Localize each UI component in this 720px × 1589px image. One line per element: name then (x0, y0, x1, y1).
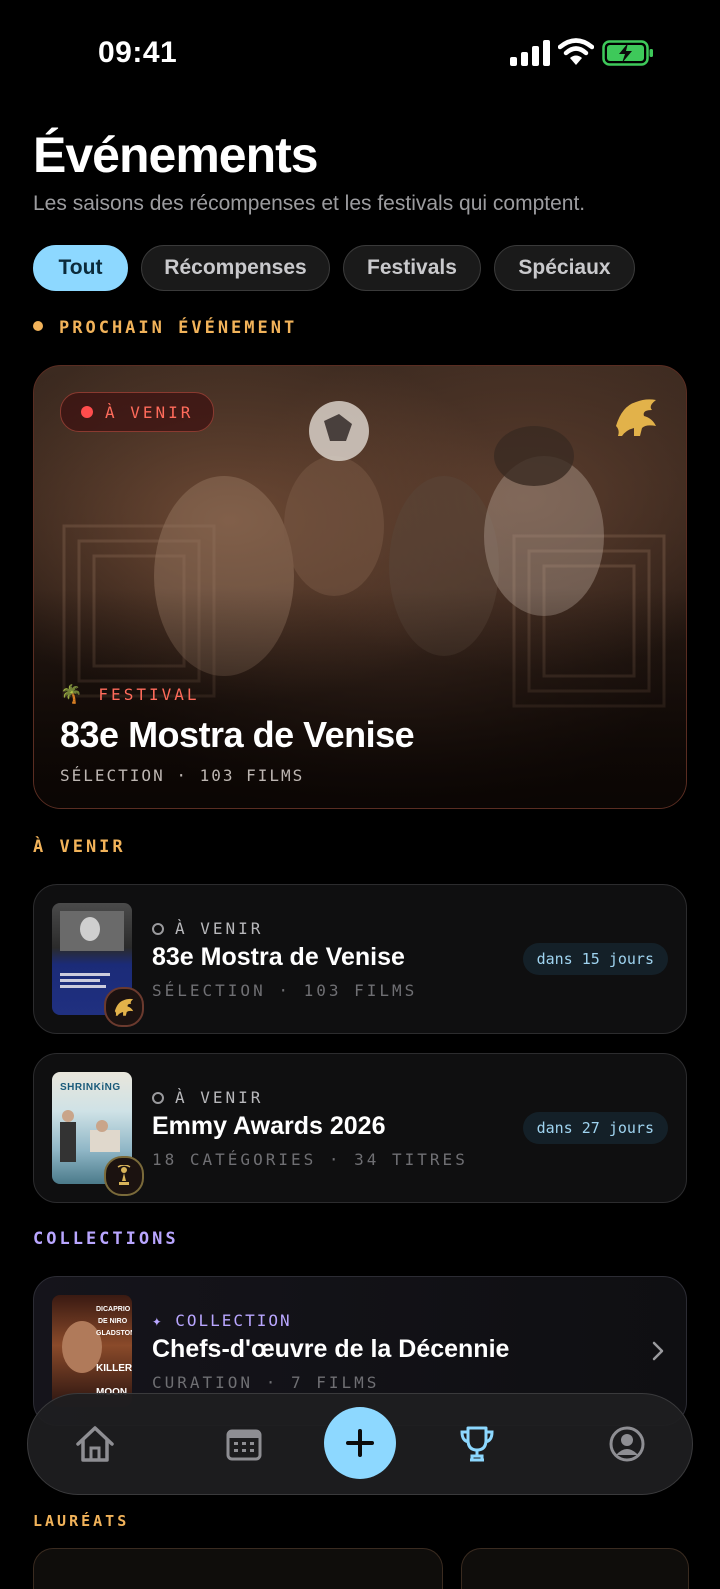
event-meta: SÉLECTION · 103 FILMS (152, 981, 418, 1000)
svg-text:DE NIRO: DE NIRO (98, 1318, 128, 1325)
nav-home[interactable] (67, 1416, 123, 1472)
trophy-icon (460, 1426, 494, 1462)
filter-chip-tout[interactable]: Tout (33, 245, 128, 291)
svg-text:GLADSTONE: GLADSTONE (96, 1330, 132, 1337)
collection-poster: DICAPRIO DE NIRO GLADSTONE KILLERS MOON (52, 1295, 132, 1407)
filter-chip-recompenses[interactable]: Récompenses (141, 245, 330, 291)
filter-chip-festivals[interactable]: Festivals (343, 245, 481, 291)
plus-icon (346, 1429, 374, 1457)
battery-charging-icon (602, 40, 653, 66)
emmy-badge-icon (104, 1156, 144, 1196)
calendar-icon (226, 1429, 262, 1461)
bottom-tab-bar (27, 1393, 693, 1495)
event-status: À VENIR (152, 1088, 263, 1107)
event-type: 🌴 FESTIVAL (60, 684, 199, 705)
page-title: Événements (33, 127, 319, 183)
laureat-card[interactable] (33, 1548, 443, 1589)
venice-lion-badge-icon (104, 987, 144, 1027)
event-title: 83e Mostra de Venise (152, 943, 405, 971)
nav-awards[interactable] (449, 1416, 505, 1472)
upcoming-badge-label: À VENIR (105, 402, 194, 422)
section-upcoming: À VENIR (33, 837, 126, 857)
event-meta: 18 CATÉGORIES · 34 TITRES (152, 1150, 468, 1169)
event-title: Emmy Awards 2026 (152, 1112, 386, 1140)
event-status: À VENIR (152, 919, 263, 938)
collection-type: ✦ COLLECTION (152, 1311, 292, 1330)
section-dot (33, 321, 43, 331)
home-icon (76, 1426, 114, 1462)
svg-text:DICAPRIO: DICAPRIO (96, 1306, 131, 1313)
wifi-icon (558, 38, 594, 65)
section-next-event: PROCHAIN ÉVÉNEMENT (33, 318, 297, 338)
section-laureats: LAURÉATS (33, 1512, 130, 1530)
featured-event-title: 83e Mostra de Venise (60, 714, 415, 755)
clock: 09:41 (98, 36, 178, 69)
collection-title: Chefs-d'œuvre de la Décennie (152, 1335, 510, 1363)
filter-chip-speciaux[interactable]: Spéciaux (494, 245, 635, 291)
section-next-event-label: PROCHAIN ÉVÉNEMENT (59, 318, 298, 338)
chevron-right-icon[interactable] (650, 1339, 666, 1363)
nav-profile[interactable] (599, 1416, 655, 1472)
status-ring-icon (152, 1091, 164, 1104)
nav-calendar[interactable] (216, 1416, 272, 1472)
svg-text:KILLERS: KILLERS (96, 1363, 132, 1374)
featured-event-meta: SÉLECTION · 103 FILMS (60, 766, 305, 785)
palm-icon: 🌴 (60, 684, 83, 705)
add-button[interactable] (324, 1407, 396, 1479)
featured-event-card[interactable]: À VENIR 🌴 FESTIVAL 83e Mostra de Venise S… (33, 365, 687, 809)
event-type-label: FESTIVAL (98, 685, 200, 704)
section-collections: COLLECTIONS (33, 1229, 179, 1249)
status-bar: 09:41 (0, 0, 720, 100)
countdown-badge: dans 15 jours (522, 943, 668, 975)
laureat-card[interactable] (461, 1548, 689, 1589)
cellular-signal-icon (510, 40, 550, 66)
svg-text:SHRINKiNG: SHRINKiNG (60, 1082, 121, 1093)
event-status-label: À VENIR (175, 1088, 264, 1107)
page-subtitle: Les saisons des récompenses et les festi… (33, 192, 586, 215)
upcoming-badge: À VENIR (60, 392, 215, 432)
status-ring-icon (152, 922, 164, 935)
venice-lion-logo-icon (616, 399, 656, 436)
event-card[interactable]: À VENIR 83e Mostra de Venise SÉLECTION ·… (33, 884, 687, 1034)
profile-icon (609, 1426, 645, 1462)
collection-meta: CURATION · 7 FILMS (152, 1373, 380, 1392)
live-dot (81, 406, 93, 418)
event-card[interactable]: SHRINKiNG À VENIR Emmy Awards 2026 18 CA… (33, 1053, 687, 1203)
countdown-badge: dans 27 jours (522, 1112, 668, 1144)
event-status-label: À VENIR (175, 919, 264, 938)
poster-art: DICAPRIO DE NIRO GLADSTONE KILLERS MOON (62, 1306, 132, 1398)
